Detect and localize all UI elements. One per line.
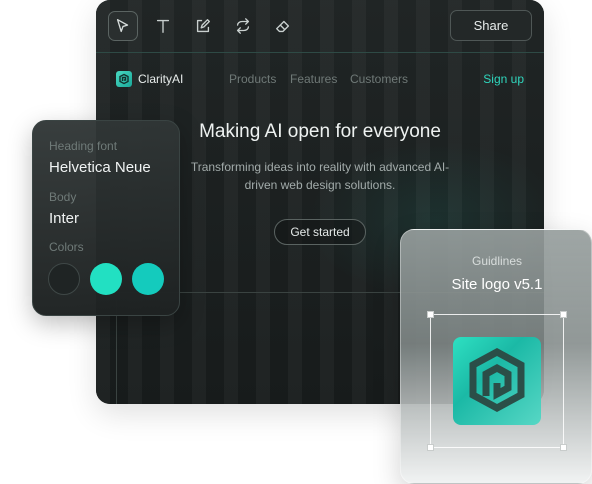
color-swatch-teal[interactable] [132,263,164,295]
guidelines-title: Site logo v5.1 [451,276,543,293]
guidelines-label: Guidlines [471,254,523,268]
heading-font-value[interactable]: Helvetica Neue [49,159,151,176]
nav-link-features[interactable]: Features [290,72,337,86]
toolbar: Share [96,0,544,53]
guidelines-panel: Guidlines Site logo v5.1 [400,229,592,484]
share-button[interactable]: Share [450,10,532,41]
nav-link-customers[interactable]: Customers [350,72,408,86]
typography-panel: Heading font Helvetica Neue Body Inter C… [32,120,180,316]
resize-handle-top-left[interactable] [427,311,434,318]
signup-link[interactable]: Sign up [483,72,524,86]
eraser-icon[interactable] [268,11,298,41]
brand-name: ClarityAI [138,72,184,86]
colors-label: Colors [49,240,84,254]
hero-subtitle: Transforming ideas into reality with adv… [190,160,450,192]
resize-handle-bottom-left[interactable] [427,444,434,451]
heading-font-label: Heading font [49,139,118,153]
brand-logo-icon [116,71,132,87]
text-icon[interactable] [148,11,178,41]
get-started-button[interactable]: Get started [274,219,366,245]
color-swatch-mint[interactable] [90,263,122,295]
resize-handle-bottom-right[interactable] [560,444,567,451]
site-logo [453,337,541,425]
body-font-label: Body [49,190,77,204]
brand[interactable]: ClarityAI [116,71,183,87]
site-navbar: ClarityAI Products Features Customers Si… [96,52,544,108]
resize-handle-top-right[interactable] [560,311,567,318]
pointer-icon[interactable] [108,11,138,41]
edit-icon[interactable] [188,11,218,41]
body-font-value[interactable]: Inter [49,210,79,227]
nav-link-products[interactable]: Products [229,72,276,86]
color-swatch-dark[interactable] [48,263,80,295]
repeat-icon[interactable] [228,11,258,41]
